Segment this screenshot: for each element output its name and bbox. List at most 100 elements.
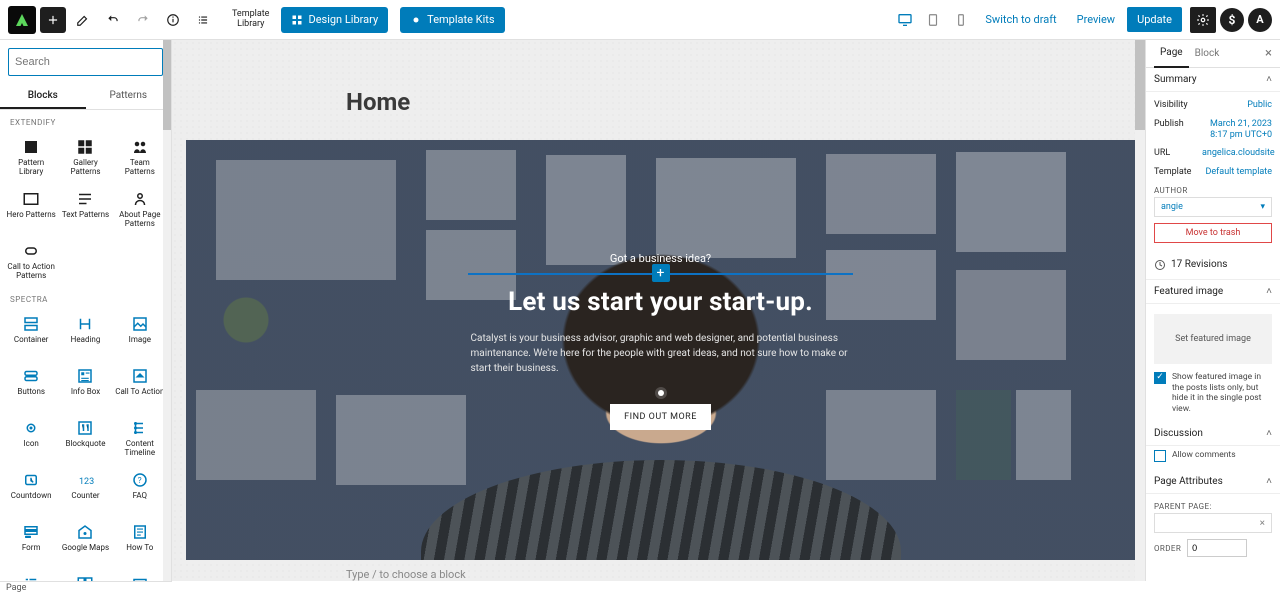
svg-text:123: 123 [79,477,94,487]
block-item-form[interactable]: Form [4,516,58,568]
block-item-icon[interactable]: Icon [4,412,58,464]
revisions-link[interactable]: 17 Revisions [1146,251,1280,280]
page-title[interactable]: Home [346,88,1135,116]
block-item-hero-patterns[interactable]: Hero Patterns [4,183,58,235]
design-library-button[interactable]: Design Library [281,7,388,33]
template-library-button[interactable]: Template Library [232,10,269,30]
left-scrollbar[interactable] [163,40,171,581]
block-label: Heading [71,336,101,345]
set-featured-image-button[interactable]: Set featured image [1154,314,1272,364]
canvas-scrollbar[interactable] [1135,40,1145,581]
block-label: FAQ [133,492,147,501]
block-item-how-to[interactable]: How To [113,516,167,568]
order-input[interactable] [1187,539,1247,557]
hero-cta-button[interactable]: FIND OUT MORE [610,404,711,430]
search-input[interactable] [15,56,157,68]
template-kits-label: Template Kits [427,13,494,26]
sidebar-tab-block[interactable]: Block [1189,48,1226,59]
hero-description[interactable]: Catalyst is your business advisor, graph… [471,331,851,376]
summary-label: Summary [1154,74,1197,85]
tools-button[interactable] [70,7,96,33]
clear-icon[interactable]: × [1260,518,1265,529]
author-select[interactable]: angie▾ [1154,197,1272,217]
section-page-attributes-header[interactable]: Page Attributes˄ [1146,470,1280,494]
design-library-label: Design Library [308,13,378,26]
discussion-label: Discussion [1154,428,1203,439]
device-mobile[interactable] [949,8,973,32]
block-inserter-button[interactable]: + [652,264,670,282]
avatar-letter: A [1256,13,1263,26]
block-search-field[interactable] [8,48,163,76]
template-value[interactable]: Default template [1206,167,1273,178]
block-item-call-to-action[interactable]: Call To Action [113,360,167,412]
sidebar-close-button[interactable]: × [1265,46,1272,61]
allow-comments-checkbox[interactable] [1154,450,1166,462]
block-icon [21,241,41,261]
block-item-info-box[interactable]: Info Box [58,360,112,412]
chevron-up-icon: ˄ [1266,476,1272,487]
block-icon [75,522,95,542]
featured-image-label: Featured image [1154,286,1223,297]
hero-title[interactable]: Let us start your start-up. [508,287,813,317]
block-item-pattern-library[interactable]: Pattern Library [4,131,58,183]
template-kits-button[interactable]: Template Kits [400,7,504,33]
url-key: URL [1154,148,1170,158]
block-item-call-to-action-patterns[interactable]: Call to Action Patterns [4,235,58,287]
block-item-buttons[interactable]: Buttons [4,360,58,412]
block-appender[interactable]: Type / to choose a block [186,560,1135,581]
parent-page-label: PARENT PAGE: [1154,502,1272,511]
block-icon [75,314,95,334]
block-item-about-page-patterns[interactable]: About Page Patterns [113,183,167,235]
breadcrumb[interactable]: Page [0,581,172,595]
profile-button[interactable]: A [1248,8,1272,32]
block-icon [130,189,150,209]
device-tablet[interactable] [921,8,945,32]
block-item-google-maps[interactable]: Google Maps [58,516,112,568]
url-value[interactable]: angelica.cloudsite [1202,148,1272,159]
switch-to-draft-link[interactable]: Switch to draft [977,13,1064,26]
section-featured-header[interactable]: Featured image˄ [1146,280,1280,304]
block-item-text-patterns[interactable]: Text Patterns [58,183,112,235]
tablet-icon [926,13,940,27]
hide-featured-checkbox[interactable]: ✓ [1154,372,1166,384]
update-button[interactable]: Update [1127,7,1182,32]
block-label: Container [14,336,48,345]
block-item-gallery-patterns[interactable]: Gallery Patterns [58,131,112,183]
astra-button[interactable]: $ [1220,8,1244,32]
add-block-button[interactable] [40,7,66,33]
preview-link[interactable]: Preview [1069,13,1123,26]
block-item-faq[interactable]: ? FAQ [113,464,167,516]
hero-separator[interactable]: + [468,273,853,275]
tab-blocks[interactable]: Blocks [0,84,86,109]
settings-button[interactable] [1190,7,1216,33]
block-item-image[interactable]: Image [113,308,167,360]
move-to-trash-button[interactable]: Move to trash [1154,223,1272,243]
details-button[interactable] [160,7,186,33]
block-item-countdown[interactable]: Countdown [4,464,58,516]
section-discussion-header[interactable]: Discussion˄ [1146,422,1280,446]
sidebar-tab-page[interactable]: Page [1154,40,1189,68]
block-item-counter[interactable]: 123Counter [58,464,112,516]
redo-icon [136,13,150,27]
section-summary-header[interactable]: Summary ˄ [1146,68,1280,92]
tab-patterns[interactable]: Patterns [86,84,172,109]
block-item-heading[interactable]: Heading [58,308,112,360]
redo-button[interactable] [130,7,156,33]
block-item-blockquote[interactable]: Blockquote [58,412,112,464]
parent-page-select[interactable]: × [1154,513,1272,533]
block-item-team-patterns[interactable]: Team Patterns [113,131,167,183]
undo-button[interactable] [100,7,126,33]
block-icon [21,366,41,386]
block-item-container[interactable]: Container [4,308,58,360]
block-item-content-timeline[interactable]: Content Timeline [113,412,167,464]
visibility-value[interactable]: Public [1247,100,1272,111]
chevron-up-icon: ˄ [1266,74,1272,85]
app-logo[interactable] [8,6,36,34]
svg-text:?: ? [138,476,142,486]
publish-value[interactable]: March 21, 2023 8:17 pm UTC+0 [1202,119,1272,141]
block-icon [130,418,150,438]
device-desktop[interactable] [893,8,917,32]
hero-block[interactable]: Got a business idea? + Let us start your… [186,140,1135,560]
list-view-button[interactable] [190,7,216,33]
block-label: Icon [23,440,38,449]
